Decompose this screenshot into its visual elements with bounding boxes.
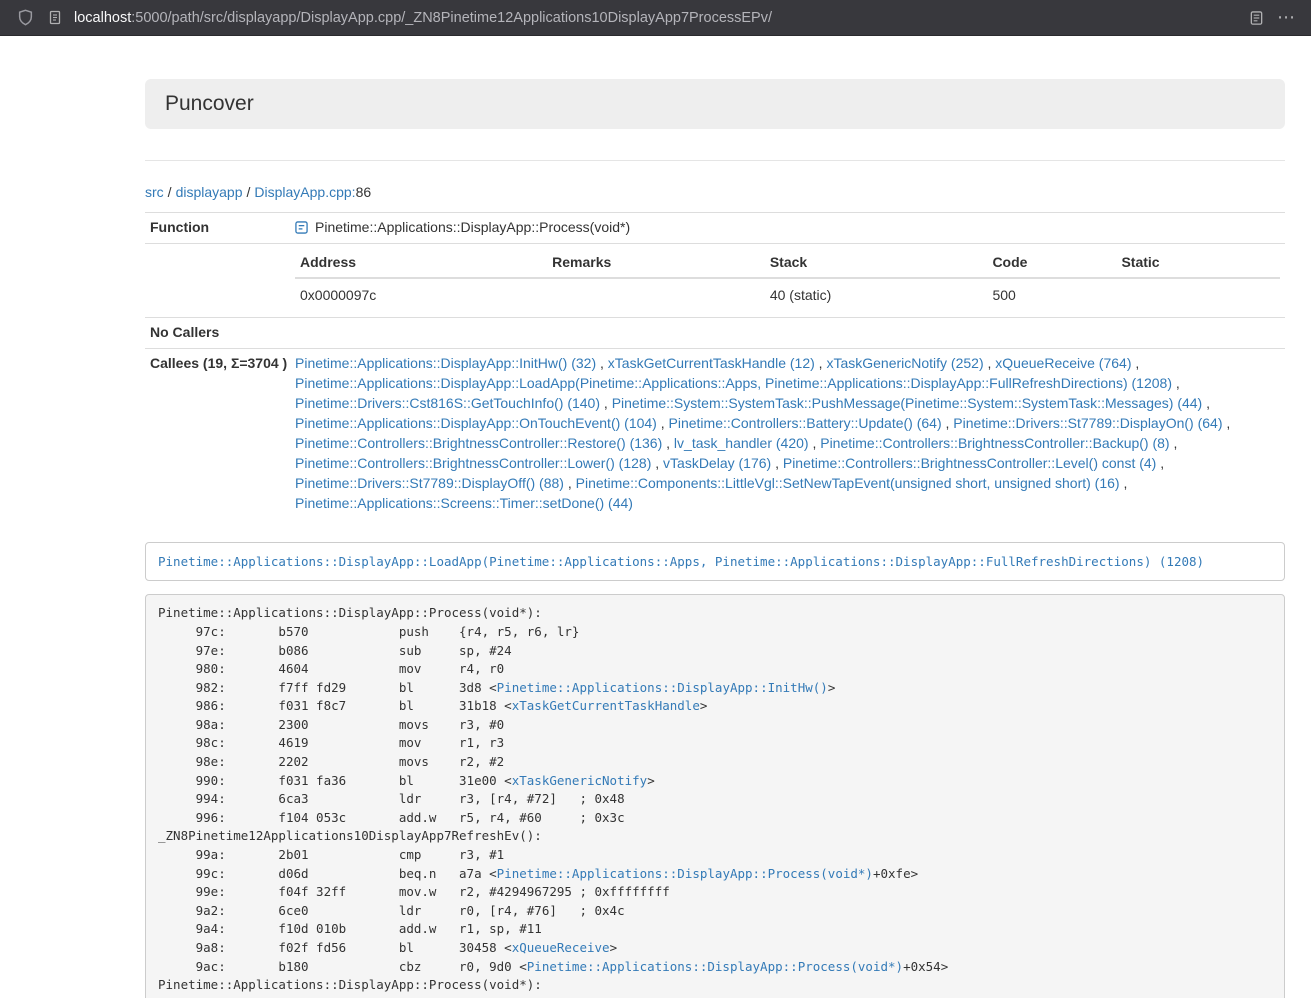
callee-link[interactable]: vTaskDelay (176) (663, 455, 771, 471)
callee-link[interactable]: Pinetime::Components::LittleVgl::SetNewT… (576, 475, 1120, 491)
callee-link[interactable]: Pinetime::System::SystemTask::PushMessag… (612, 395, 1203, 411)
code-symbol-link[interactable]: xQueueReceive (512, 940, 610, 955)
code-symbol-link[interactable]: xTaskGetCurrentTaskHandle (512, 698, 700, 713)
stats-value-address: 0x0000097c (295, 278, 547, 312)
stats-value-stack: 40 (static) (765, 278, 988, 312)
callees-list: Pinetime::Applications::DisplayApp::Init… (290, 348, 1285, 518)
callee-link[interactable]: Pinetime::Drivers::Cst816S::GetTouchInfo… (295, 395, 600, 411)
callees-row: Callees (19, Σ=3704 ) Pinetime::Applicat… (145, 348, 1285, 518)
reader-view-icon[interactable] (1241, 5, 1271, 31)
url-bar[interactable]: localhost:5000/path/src/displayapp/Displ… (74, 10, 772, 26)
page-info-icon[interactable] (40, 5, 70, 31)
callee-link[interactable]: Pinetime::Drivers::St7789::DisplayOff() … (295, 475, 564, 491)
callee-link[interactable]: Pinetime::Controllers::BrightnessControl… (295, 435, 662, 451)
code-symbol-link[interactable]: xTaskGenericNotify (512, 773, 647, 788)
breadcrumb: src/displayapp/DisplayApp.cpp:86 (145, 182, 1285, 202)
tracking-protection-shield-icon[interactable] (10, 5, 40, 31)
more-menu-icon[interactable]: ⋯ (1271, 5, 1301, 31)
callee-link[interactable]: Pinetime::Controllers::BrightnessControl… (783, 455, 1156, 471)
stats-row-spacer (145, 243, 290, 317)
callee-link[interactable]: Pinetime::Controllers::BrightnessControl… (295, 455, 651, 471)
stats-header-code: Code (987, 249, 1116, 278)
callee-link[interactable]: Pinetime::Applications::DisplayApp::OnTo… (295, 415, 657, 431)
shield-icon-glyph (17, 9, 34, 26)
function-icon (295, 221, 308, 234)
breadcrumb-displayapp[interactable]: displayapp (176, 184, 243, 200)
callee-link[interactable]: Pinetime::Controllers::BrightnessControl… (820, 435, 1169, 451)
code-symbol-link[interactable]: Pinetime::Applications::DisplayApp::Proc… (527, 959, 903, 974)
selected-symbol-box: Pinetime::Applications::DisplayApp::Load… (145, 542, 1285, 581)
callees-label: Callees (19, Σ=3704 ) (145, 348, 290, 518)
callee-link[interactable]: Pinetime::Applications::DisplayApp::Init… (295, 355, 596, 371)
callee-link[interactable]: xQueueReceive (764) (995, 355, 1131, 371)
breadcrumb-file[interactable]: DisplayApp.cpp: (254, 184, 355, 200)
divider (145, 160, 1285, 161)
page-icon-glyph (48, 10, 62, 25)
stats-row: Address Remarks Stack Code Static 0x0000… (145, 243, 1285, 317)
disassembly-code: Pinetime::Applications::DisplayApp::Proc… (145, 594, 1285, 998)
url-host: localhost (74, 10, 131, 26)
callee-link[interactable]: Pinetime::Drivers::St7789::DisplayOn() (… (953, 415, 1222, 431)
reader-icon-glyph (1249, 10, 1264, 26)
page-title-panel: Puncover (145, 79, 1285, 129)
code-symbol-link[interactable]: Pinetime::Applications::DisplayApp::Proc… (497, 866, 873, 881)
function-row: Function Pinetime::Applications::Display… (145, 213, 1285, 244)
page-content: Puncover src/displayapp/DisplayApp.cpp:8… (145, 36, 1285, 998)
no-callers-label: No Callers (145, 317, 290, 348)
selected-symbol-link[interactable]: Pinetime::Applications::DisplayApp::Load… (158, 554, 1204, 569)
stats-value-remarks (547, 278, 765, 312)
code-symbol-link[interactable]: Pinetime::Applications::DisplayApp::Init… (497, 680, 828, 695)
stats-value-code: 500 (987, 278, 1116, 312)
function-name: Pinetime::Applications::DisplayApp::Proc… (315, 218, 630, 238)
breadcrumb-separator: / (168, 184, 172, 200)
stats-table: Address Remarks Stack Code Static 0x0000… (295, 249, 1280, 312)
callee-link[interactable]: xTaskGenericNotify (252) (826, 355, 983, 371)
stats-header-static: Static (1116, 249, 1280, 278)
function-label: Function (145, 213, 290, 244)
breadcrumb-separator: / (247, 184, 251, 200)
callee-link[interactable]: xTaskGetCurrentTaskHandle (12) (608, 355, 815, 371)
stats-value-static (1116, 278, 1280, 312)
stats-header-stack: Stack (765, 249, 988, 278)
stats-header-remarks: Remarks (547, 249, 765, 278)
callee-link[interactable]: Pinetime::Applications::DisplayApp::Load… (295, 375, 1172, 391)
breadcrumb-src[interactable]: src (145, 184, 164, 200)
url-path: :5000/path/src/displayapp/DisplayApp.cpp… (131, 10, 772, 26)
callee-link[interactable]: lv_task_handler (420) (674, 435, 809, 451)
stats-header-address: Address (295, 249, 547, 278)
callee-link[interactable]: Pinetime::Applications::Screens::Timer::… (295, 495, 633, 511)
browser-toolbar: localhost:5000/path/src/displayapp/Displ… (0, 0, 1311, 36)
breadcrumb-line-number: 86 (356, 184, 372, 200)
page-title: Puncover (165, 92, 254, 116)
function-table: Function Pinetime::Applications::Display… (145, 212, 1285, 519)
callee-link[interactable]: Pinetime::Controllers::Battery::Update()… (669, 415, 942, 431)
no-callers-row: No Callers (145, 317, 1285, 348)
